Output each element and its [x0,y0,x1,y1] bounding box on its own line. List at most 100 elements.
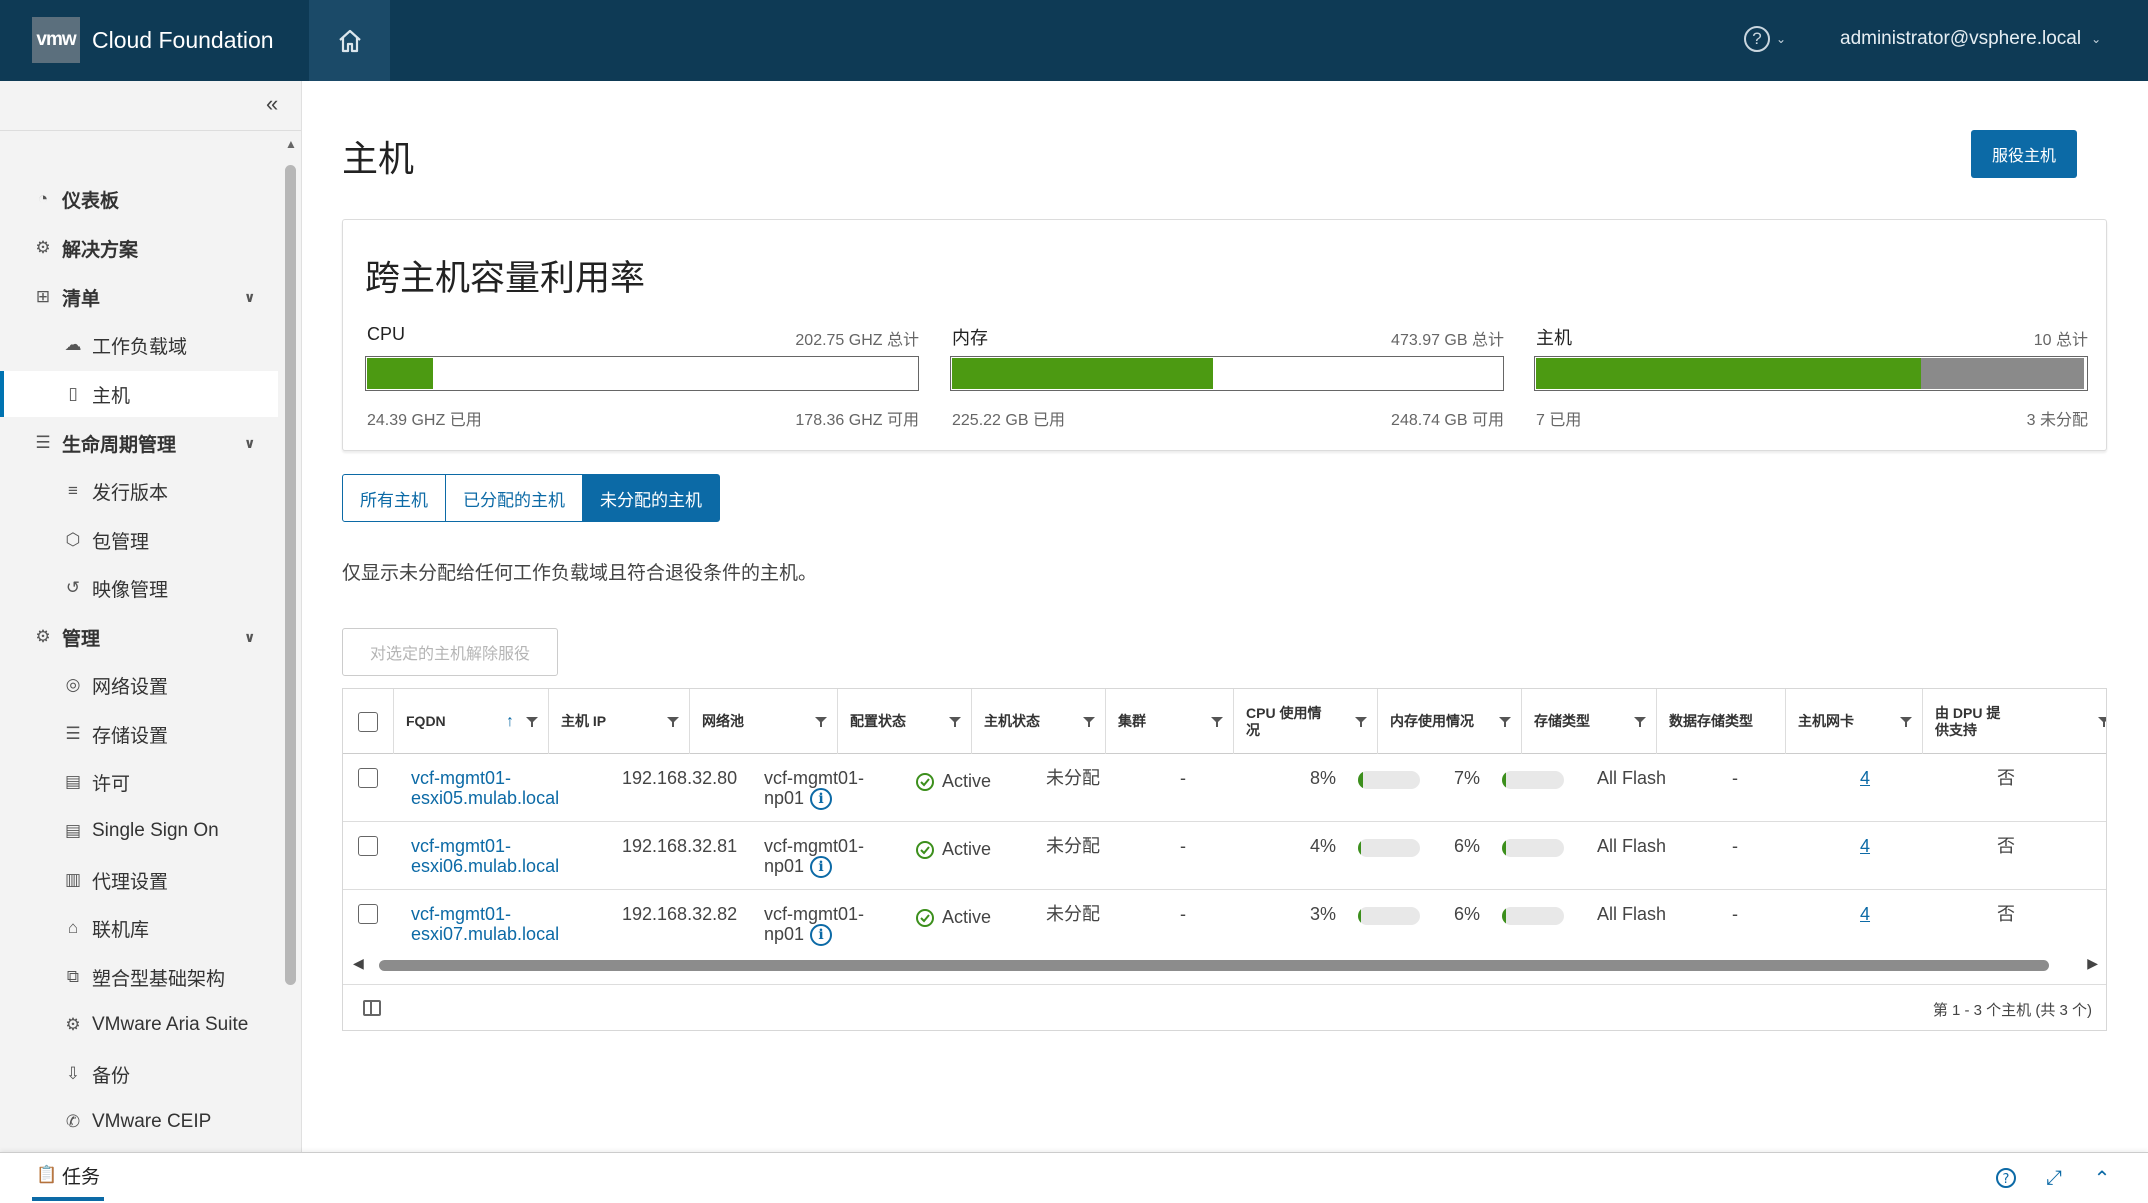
sidebar-item-storage-settings[interactable]: ☰ 存储设置 [0,711,278,757]
table-row[interactable]: vcf-mgmt01- esxi06.mulab.local 192.168.3… [343,822,2106,890]
collapse-sidebar-icon[interactable]: « [266,91,278,117]
sidebar-item-images[interactable]: ↺ 映像管理 [0,565,278,611]
tab-assigned-hosts[interactable]: 已分配的主机 [445,474,583,522]
sort-ascending-icon[interactable]: ↑ [506,713,514,730]
fqdn-link[interactable]: vcf-mgmt01- esxi05.mulab.local [411,768,559,808]
column-toggle-icon[interactable] [363,1000,381,1016]
config-status-label: Active [942,771,992,791]
page-title: 主机 [342,138,415,179]
bottom-panel-bar: 📋 任务 ? ⤢ ⌃ [0,1152,2148,1203]
help-menu[interactable]: ? ⌄ [1744,26,1786,52]
column-label: 主机状态 [984,713,1040,729]
sidebar-item-releases[interactable]: ≡ 发行版本 [0,468,278,514]
nics-link[interactable]: 4 [1860,836,1870,856]
column-header-datastore-type[interactable]: 数据存储类型 [1657,689,1786,754]
column-header-ip[interactable]: 主机 IP [549,689,690,754]
sidebar-item-dashboard[interactable]: ◔ 仪表板 [0,176,278,222]
select-all-checkbox[interactable] [358,711,378,732]
sidebar-item-ceip[interactable]: ✆ VMware CEIP [0,1099,278,1145]
filter-icon[interactable] [2098,716,2107,728]
sidebar-item-network-settings[interactable]: ◎ 网络设置 [0,662,278,708]
proxy-icon: ▥ [64,870,82,889]
sidebar-item-solutions[interactable]: ⚙ 解决方案 [0,225,278,271]
filter-icon[interactable] [1211,716,1223,728]
filter-icon[interactable] [667,716,679,728]
nics-link[interactable]: 4 [1860,768,1870,788]
scroll-left-icon[interactable]: ◀ [353,955,364,972]
sidebar-item-sso[interactable]: ▤ Single Sign On [0,808,278,854]
sidebar-item-label: 许可 [92,773,131,795]
config-status: Active [916,771,992,792]
filter-icon[interactable] [949,716,961,728]
column-header-fqdn[interactable]: FQDN ↑ [394,689,549,754]
scroll-up-icon[interactable]: ▲ [285,137,297,151]
nics-link[interactable]: 4 [1860,904,1870,924]
column-header-nics[interactable]: 主机网卡 [1786,689,1923,754]
sidebar-scrollbar[interactable]: ▲ ▼ [282,137,298,1137]
sidebar-item-hosts[interactable]: ▯ 主机 [0,371,278,417]
cpu-usage-label: 4% [1310,836,1337,856]
help-icon[interactable]: ? [1994,1166,2018,1190]
chevron-up-icon[interactable]: ⌃ [2090,1166,2114,1190]
filter-icon[interactable] [1083,716,1095,728]
column-header-config-status[interactable]: 配置状态 [838,689,972,754]
tab-unassigned-hosts[interactable]: 未分配的主机 [582,474,720,522]
filter-icon[interactable] [815,716,827,728]
sidebar-item-online-depot[interactable]: ⌂ 联机库 [0,905,278,951]
info-icon[interactable]: i [810,788,833,811]
sidebar-item-licensing[interactable]: ▤ 许可 [0,759,278,805]
sidebar-item-label: 代理设置 [92,871,169,893]
column-header-dpu[interactable]: 由 DPU 提供支持 [1923,689,2107,754]
filter-icon[interactable] [1900,716,1912,728]
filter-icon[interactable] [1499,716,1511,728]
column-header-cpu[interactable]: CPU 使用情况 [1234,689,1378,754]
cpu-usage-label: 8% [1310,768,1337,788]
expand-icon[interactable]: ⤢ [2042,1166,2066,1190]
fqdn-link[interactable]: vcf-mgmt01- esxi07.mulab.local [411,904,559,944]
host-filter-tabs: 所有主机 已分配的主机 未分配的主机 [342,474,720,522]
info-icon[interactable]: i [810,924,833,947]
scroll-thumb[interactable] [379,960,2049,971]
row-checkbox[interactable] [358,904,378,924]
column-header-cluster[interactable]: 集群 [1106,689,1234,754]
sidebar-item-aria-suite[interactable]: ⚙ VMware Aria Suite [0,1002,278,1048]
column-header-network-pool[interactable]: 网络池 [690,689,838,754]
sidebar-item-proxy[interactable]: ▥ 代理设置 [0,857,278,903]
table-row[interactable]: vcf-mgmt01- esxi07.mulab.local 192.168.3… [343,890,2106,958]
memory-usage-fill [1502,771,1506,789]
cluster: - [1180,904,1186,924]
sidebar-item-lifecycle[interactable]: ☰ 生命周期管理 ∨ [0,420,278,466]
home-button[interactable] [309,0,390,81]
tab-all-hosts[interactable]: 所有主机 [342,474,446,522]
commission-hosts-button[interactable]: 服役主机 [1971,130,2077,178]
sso-icon: ▤ [64,821,82,840]
filter-icon[interactable] [1355,716,1367,728]
column-header-host-status[interactable]: 主机状态 [972,689,1106,754]
filter-icon[interactable] [526,716,538,728]
scroll-right-icon[interactable]: ▶ [2087,955,2098,972]
sidebar-item-backup[interactable]: ⇩ 备份 [0,1051,278,1097]
decommission-selected-button[interactable]: 对选定的主机解除服役 [342,628,558,676]
brand[interactable]: vmw Cloud Foundation [32,17,274,63]
meter-label: CPU [367,324,406,344]
info-icon[interactable]: i [810,856,833,879]
sidebar-item-bundles[interactable]: ⬡ 包管理 [0,517,278,563]
row-checkbox[interactable] [358,836,378,856]
user-menu[interactable]: administrator@vsphere.local ⌄ [1840,28,2101,50]
row-checkbox[interactable] [358,768,378,788]
filter-icon[interactable] [1634,716,1646,728]
horizontal-scrollbar[interactable]: ◀ ▶ [343,953,2106,977]
datastore-type: - [1732,768,1738,788]
column-header-memory[interactable]: 内存使用情况 [1378,689,1522,754]
check-circle-icon [916,841,934,860]
sidebar-item-workload-domains[interactable]: ☁ 工作负载域 [0,322,278,368]
sidebar-item-administration[interactable]: ⚙ 管理 ∨ [0,614,278,660]
column-header-storage-type[interactable]: 存储类型 [1522,689,1657,754]
sidebar-item-inventory[interactable]: ⊞ 清单 ∨ [0,274,278,320]
table-row[interactable]: vcf-mgmt01- esxi05.mulab.local 192.168.3… [343,754,2106,822]
sidebar-item-composable[interactable]: ⧉ 塑合型基础架构 [0,954,278,1000]
meter-bar [365,356,919,391]
fqdn-link[interactable]: vcf-mgmt01- esxi06.mulab.local [411,836,559,876]
scroll-thumb[interactable] [285,165,296,985]
tasks-tab[interactable]: 📋 任务 [32,1153,105,1201]
